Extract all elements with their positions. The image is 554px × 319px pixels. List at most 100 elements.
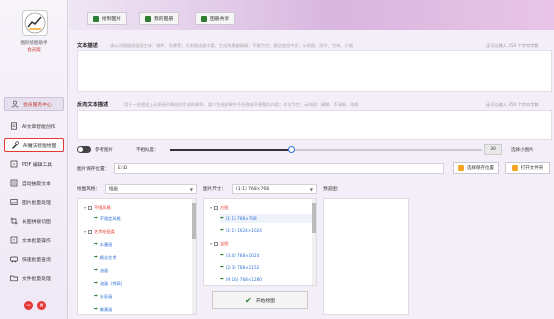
album-icon xyxy=(145,15,151,22)
window-controls: − × xyxy=(24,301,46,310)
crop-icon xyxy=(10,217,18,225)
sidebar-item-user-center[interactable]: 会员服务中心 xyxy=(4,97,64,111)
tree-category[interactable]: ▾ 艺术绘画类 xyxy=(84,227,115,236)
close-icon[interactable]: × xyxy=(37,301,46,310)
checkbox[interactable] xyxy=(214,241,219,246)
tree-item[interactable]: ➡ 像素画 xyxy=(94,305,112,314)
checkbox[interactable] xyxy=(214,205,219,210)
tree-item[interactable]: ➡ 不限定风格 xyxy=(94,214,121,223)
reference-toggle[interactable] xyxy=(77,146,91,153)
tree-item[interactable]: ➡ (2:3) 768×1152 xyxy=(220,263,259,272)
tree-item[interactable]: ➡ 概念艺术 xyxy=(94,253,117,262)
sidebar-item-pdf[interactable]: P PDF 编辑工具 xyxy=(4,157,64,171)
choose-save-location-button[interactable]: 选择保存位置 xyxy=(453,162,499,174)
sidebar-item-label: 快速批量查询 xyxy=(22,257,51,263)
chevron-down-icon: ▾ xyxy=(210,205,213,210)
tree-item[interactable]: ➡ 油画 xyxy=(94,266,108,275)
folder-icon xyxy=(458,165,464,171)
minimize-icon[interactable]: − xyxy=(24,301,33,310)
sidebar-item-label: 文件批量处理 xyxy=(22,276,51,282)
arrow-right-icon: ➡ xyxy=(94,255,98,260)
arrow-right-icon: ➡ xyxy=(220,216,224,221)
tree-item[interactable]: ➡ (3:4) 768×1024 xyxy=(220,251,259,260)
open-folder-button[interactable]: 打开文件夹 xyxy=(505,162,550,174)
sidebar: 图形绘图助手 会员版 会员服务中心 AI文章智能创作 AI魔法智能绘图 P PD… xyxy=(0,0,68,319)
save-path-input[interactable]: E:\D xyxy=(114,163,444,174)
sidebar-item-image-batch[interactable]: 图片批量处理 xyxy=(4,195,64,209)
style-tree-panel[interactable]: ▾ 不限风格 ➡ 不限定风格 ▾ 艺术绘画类 ➡ 水墨画 ➡ 概念艺术 ➡ 油画 ➡ 油画（梵… xyxy=(77,198,197,315)
share-icon xyxy=(201,15,207,22)
strength-slider[interactable] xyxy=(170,146,482,153)
tab-draw-image[interactable]: 绘制图片 xyxy=(87,12,128,25)
tab-my-album[interactable]: 我的图册 xyxy=(139,12,180,25)
user-icon xyxy=(11,100,19,108)
tree-item[interactable]: ➡ (1:1) 1024×1024 xyxy=(220,226,262,235)
tree-category[interactable]: ▾ 方图 xyxy=(210,203,228,212)
app-title: 图形绘图助手 xyxy=(20,41,48,46)
style-select[interactable]: 插画 ▼ xyxy=(105,184,197,194)
tab-album-share[interactable]: 图册共享 xyxy=(195,12,236,25)
sidebar-item-ai-paint[interactable]: AI魔法智能绘图 xyxy=(4,138,64,152)
checkbox[interactable] xyxy=(88,205,93,210)
button-label: 选择保存位置 xyxy=(467,166,494,171)
chevron-down-icon: ▾ xyxy=(84,205,87,210)
size-tree-panel[interactable]: ▾ 方图 ➡ (1:1) 768×768 ➡ (1:1) 1024×1024 ▾ 竖图 … xyxy=(203,198,317,286)
sidebar-item-folder-batch[interactable]: 文件批量处理 xyxy=(4,271,64,285)
pdf-icon: P xyxy=(10,160,18,168)
chevron-down-icon: ▼ xyxy=(189,187,193,192)
scrollbar[interactable] xyxy=(312,199,316,285)
arrow-right-icon: ➡ xyxy=(220,228,224,233)
strength-value[interactable]: 30 xyxy=(484,144,502,155)
sidebar-item-ai-article[interactable]: AI文章智能创作 xyxy=(4,119,64,133)
sidebar-item-text-extract[interactable]: 自动抽取文本 xyxy=(4,176,64,190)
sidebar-item-crop[interactable]: 长图拼接切图 xyxy=(4,214,64,228)
sidebar-item-label: 长图拼接切图 xyxy=(22,219,51,225)
sidebar-item-label: AI文章智能创作 xyxy=(22,124,56,130)
sidebar-item-text-batch[interactable]: T 文本批量操作 xyxy=(4,233,64,247)
tree-item[interactable]: ➡ 水墨画 xyxy=(94,240,112,249)
text-desc-hint: 请以详细描述画面主体：物件、场景等；文本描述越丰富，生成效果越精确；不能为空；建… xyxy=(110,43,353,48)
sidebar-item-label: PDF 编辑工具 xyxy=(22,162,53,168)
arrow-right-icon: ➡ xyxy=(94,242,98,247)
check-icon: ✔ xyxy=(245,295,252,305)
save-path-label: 图片保存位置： xyxy=(77,167,110,172)
style-select-value: 插画 xyxy=(109,187,118,192)
style-label: 绘图风格： xyxy=(77,187,100,192)
tree-item-selected[interactable]: ➡ (1:1) 768×768 xyxy=(220,214,312,223)
tree-category[interactable]: ▾ 竖图 xyxy=(210,239,228,248)
app-logo xyxy=(22,10,48,36)
text-batch-icon: T xyxy=(10,236,18,244)
arrow-right-icon: ➡ xyxy=(94,281,98,286)
size-select[interactable]: (1:1) 768×768 ▼ xyxy=(232,184,317,194)
text-extract-icon xyxy=(10,179,18,187)
paint-icon xyxy=(11,141,19,149)
scrollbar-thumb[interactable] xyxy=(192,203,196,239)
strength-label: 不相似度： xyxy=(136,148,159,153)
document-icon xyxy=(10,122,18,130)
button-label: 打开文件夹 xyxy=(520,166,544,171)
tree-category[interactable]: ▾ 不限风格 xyxy=(84,203,111,212)
tree-item[interactable]: ➡ 油画（梵高） xyxy=(94,279,125,288)
upload-small-image-link[interactable]: 选择小图片 xyxy=(511,147,534,153)
button-label: 开始绘图 xyxy=(255,298,275,304)
start-drawing-button[interactable]: ✔ 开始绘图 xyxy=(212,291,308,309)
sidebar-item-query[interactable]: 快速批量查询 xyxy=(4,252,64,266)
arrow-right-icon: ➡ xyxy=(94,268,98,273)
scrollbar-thumb[interactable] xyxy=(312,203,316,233)
tree-item[interactable]: ➡ 水彩画 xyxy=(94,292,112,301)
slider-knob[interactable] xyxy=(288,146,296,153)
text-desc-input[interactable] xyxy=(77,50,552,92)
neg-desc-input[interactable] xyxy=(77,110,552,140)
reference-label: 参考图片 xyxy=(95,148,113,153)
checkbox[interactable] xyxy=(88,229,93,234)
scrollbar[interactable] xyxy=(192,199,196,314)
chevron-down-icon: ▼ xyxy=(309,187,313,192)
arrow-right-icon: ➡ xyxy=(220,265,224,270)
tab-label: 图册共享 xyxy=(210,17,230,22)
tree-item[interactable]: ➡ (9:16) 768×1280 xyxy=(220,275,262,284)
svg-text:P: P xyxy=(13,163,15,167)
neg-desc-counter: 还可以输入 250 个字符字数 xyxy=(486,102,539,107)
image-batch-icon xyxy=(10,198,18,206)
slider-fill xyxy=(170,149,292,151)
sidebar-item-label: 图片批量处理 xyxy=(22,200,51,206)
